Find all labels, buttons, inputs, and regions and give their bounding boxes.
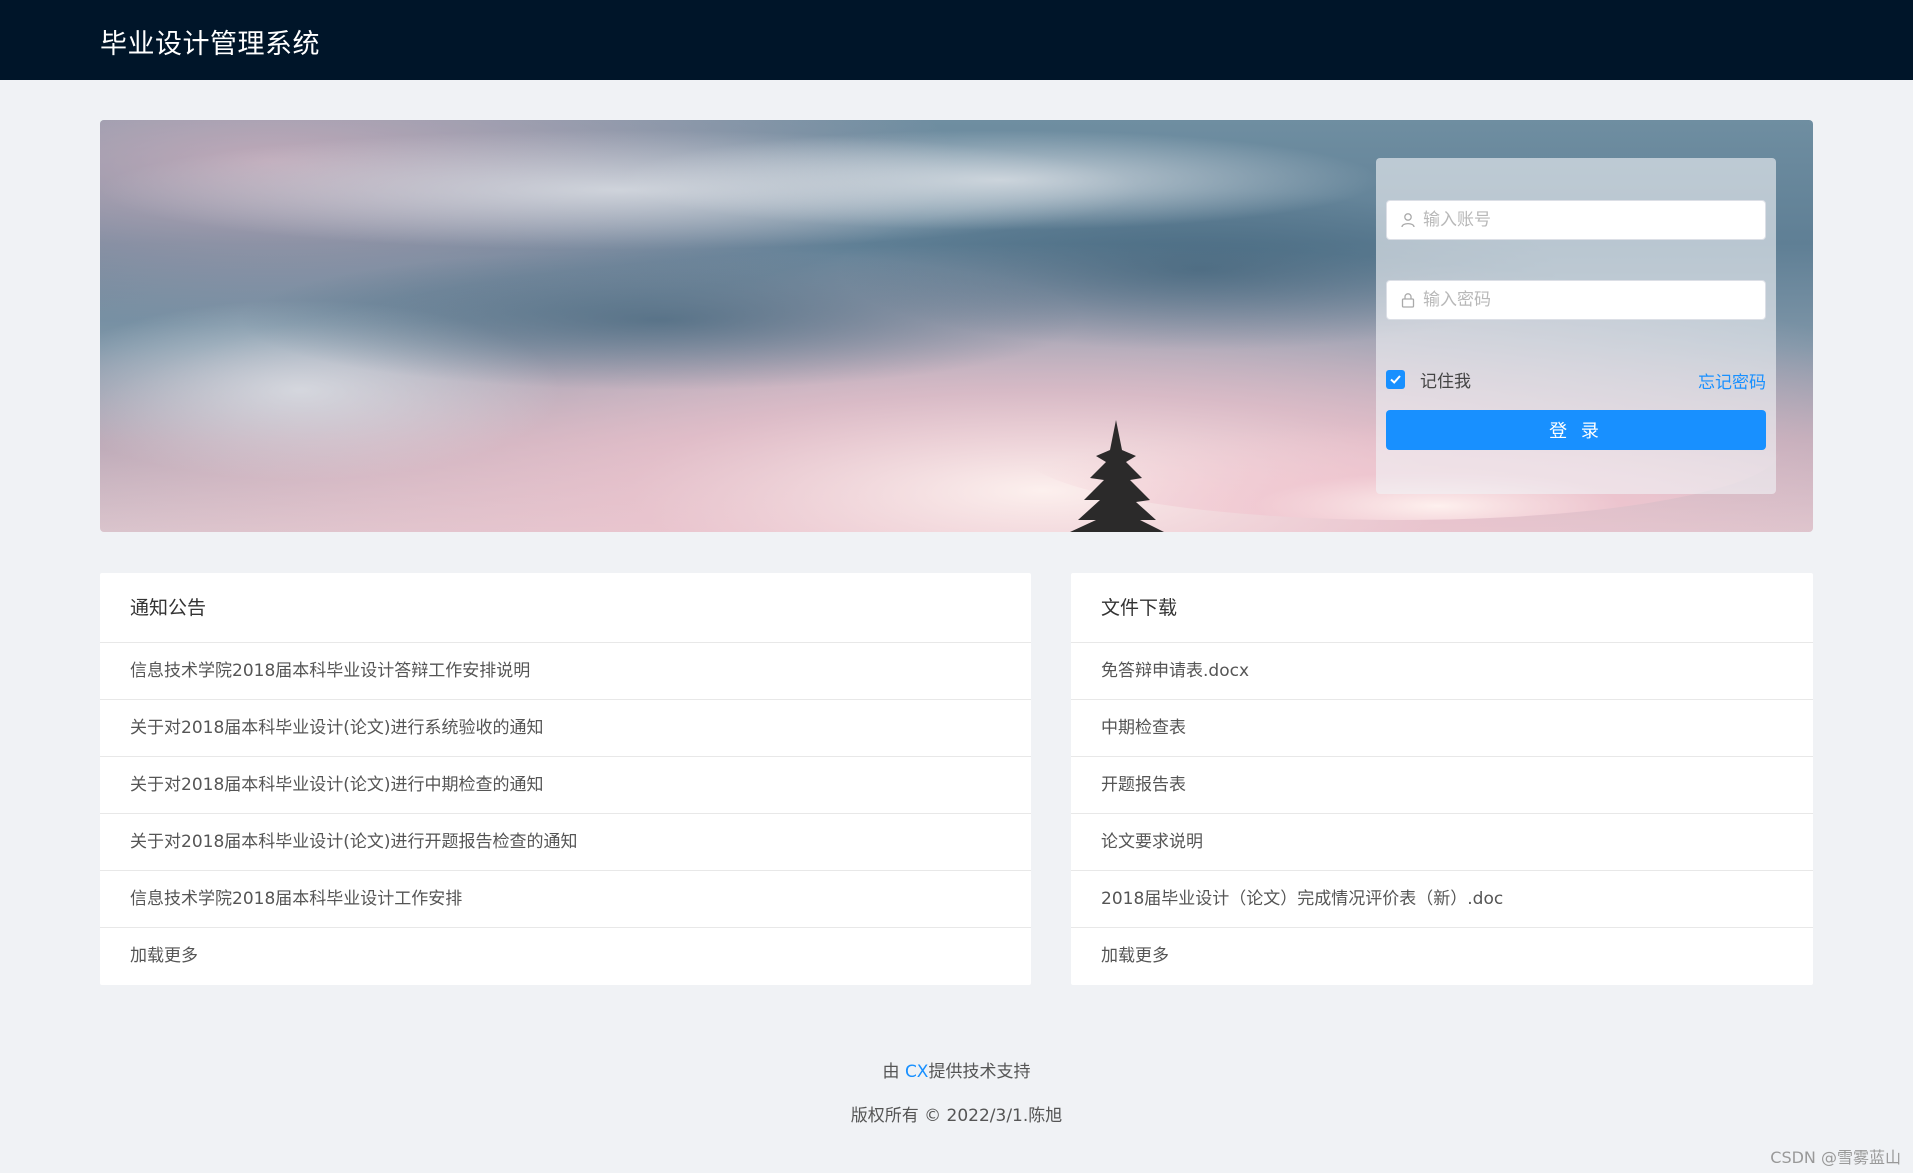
account-input[interactable]	[1423, 201, 1759, 239]
file-item[interactable]: 论文要求说明	[1071, 814, 1813, 871]
lock-icon	[1401, 293, 1415, 308]
file-load-more[interactable]: 加载更多	[1071, 928, 1813, 985]
notice-item[interactable]: 信息技术学院2018届本科毕业设计工作安排	[100, 871, 1031, 928]
password-field[interactable]	[1386, 280, 1766, 320]
hero-banner: 记住我 忘记密码 登 录	[100, 120, 1813, 532]
check-icon	[1390, 374, 1401, 384]
top-header: 毕业设计管理系统	[0, 0, 1913, 80]
notice-card: 通知公告 信息技术学院2018届本科毕业设计答辩工作安排说明 关于对2018届本…	[100, 573, 1031, 985]
remember-checkbox[interactable]	[1386, 369, 1405, 389]
support-suffix: 提供技术支持	[928, 1062, 1031, 1082]
notice-item[interactable]: 关于对2018届本科毕业设计(论文)进行系统验收的通知	[100, 700, 1031, 757]
login-button[interactable]: 登 录	[1386, 410, 1766, 450]
remember-label: 记住我	[1420, 371, 1471, 392]
notice-load-more[interactable]: 加载更多	[100, 928, 1031, 985]
notice-item[interactable]: 关于对2018届本科毕业设计(论文)进行中期检查的通知	[100, 757, 1031, 814]
file-download-card: 文件下载 免答辩申请表.docx 中期检查表 开题报告表 论文要求说明 2018…	[1071, 573, 1813, 985]
file-item[interactable]: 2018届毕业设计（论文）完成情况评价表（新）.doc	[1071, 871, 1813, 928]
password-input[interactable]	[1423, 281, 1759, 319]
file-item[interactable]: 开题报告表	[1071, 757, 1813, 814]
watermark: CSDN @雪雾蓝山	[1770, 1148, 1901, 1167]
copyright: 版权所有 © 2022/3/1.陈旭	[850, 1106, 1063, 1126]
login-panel: 记住我 忘记密码 登 录	[1376, 158, 1776, 494]
remember-me[interactable]: 记住我	[1386, 368, 1471, 392]
account-field[interactable]	[1386, 200, 1766, 240]
support-prefix: 由	[882, 1062, 905, 1082]
app-title: 毕业设计管理系统	[100, 29, 320, 60]
file-download-title: 文件下载	[1071, 573, 1813, 643]
file-item[interactable]: 中期检查表	[1071, 700, 1813, 757]
file-item[interactable]: 免答辩申请表.docx	[1071, 643, 1813, 700]
notice-item[interactable]: 信息技术学院2018届本科毕业设计答辩工作安排说明	[100, 643, 1031, 700]
forgot-password-link[interactable]: 忘记密码	[1698, 368, 1766, 393]
user-icon	[1401, 213, 1415, 228]
support-line: 由 CX提供技术支持	[0, 1057, 1913, 1082]
notice-title: 通知公告	[100, 573, 1031, 643]
notice-item[interactable]: 关于对2018届本科毕业设计(论文)进行开题报告检查的通知	[100, 814, 1031, 871]
support-brand-link[interactable]: CX	[905, 1062, 929, 1082]
